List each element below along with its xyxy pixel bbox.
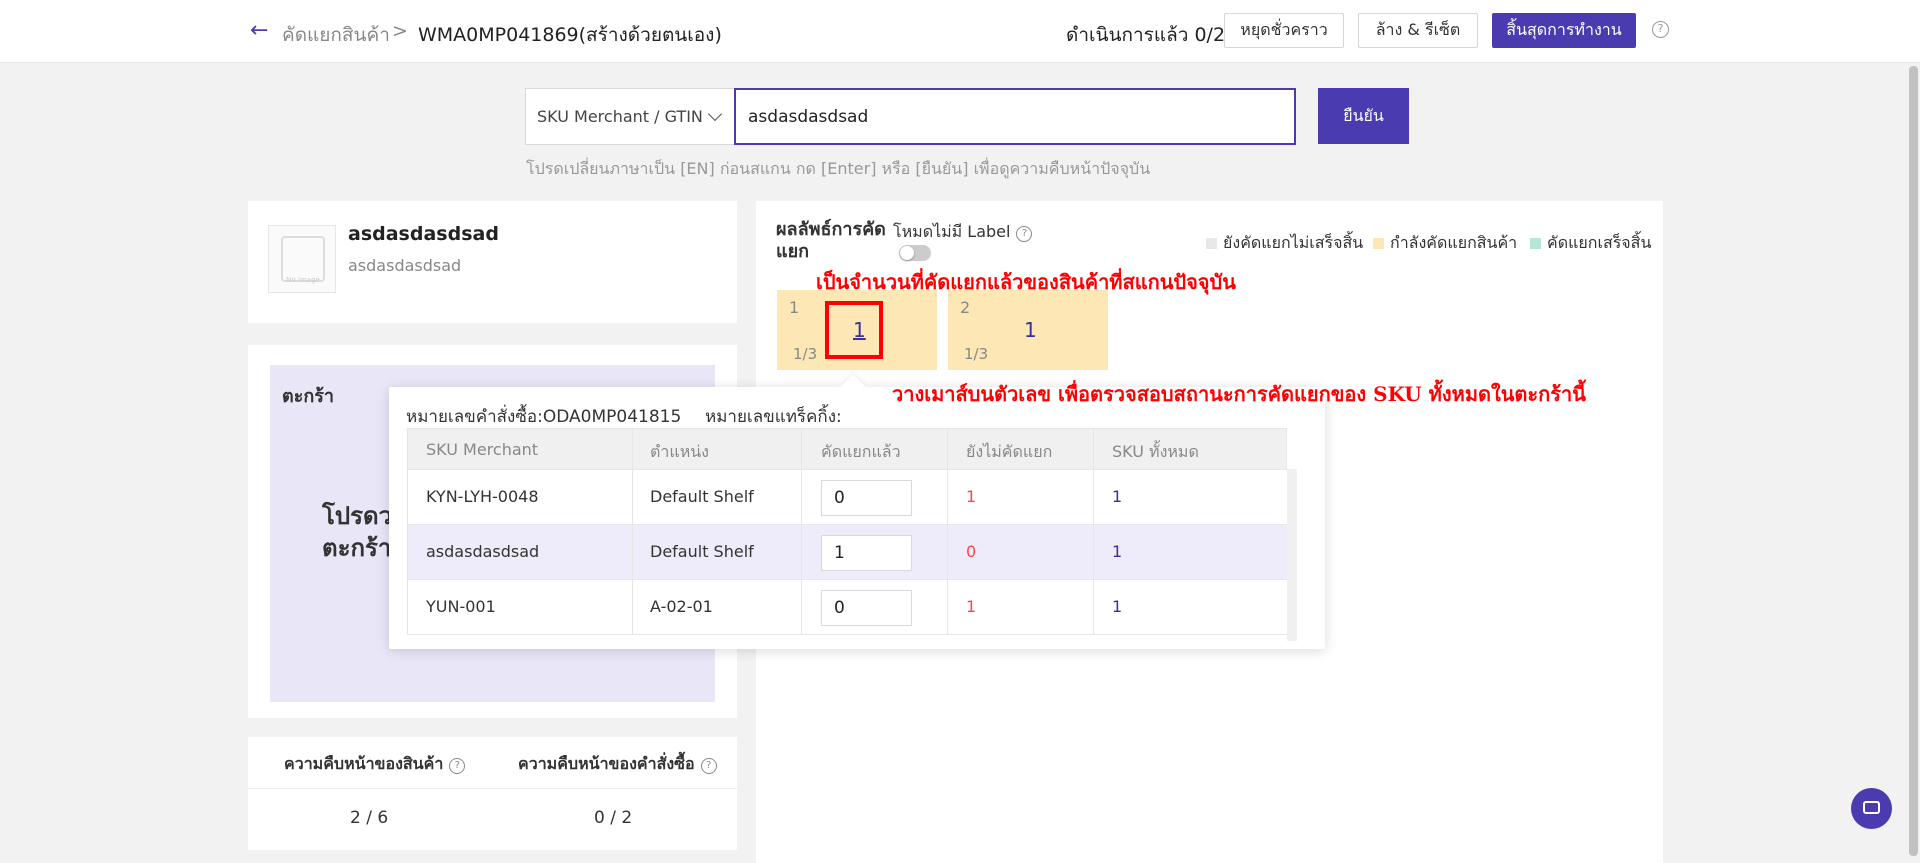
column-divider — [1093, 580, 1094, 635]
sku-cell: KYN-LYH-0048 — [426, 487, 539, 506]
results-title: ผลลัพธ์การคัดแยก — [776, 219, 886, 262]
basket-number: 1 — [789, 298, 800, 317]
total-cell: 1 — [1112, 597, 1123, 616]
location-cell: A-02-01 — [650, 597, 713, 616]
column-divider — [1093, 525, 1094, 580]
product-image: No Image — [268, 225, 336, 293]
sorted-qty-input[interactable] — [821, 535, 912, 571]
help-icon[interactable]: ? — [449, 758, 466, 774]
product-card: No Image asdasdasdsad asdasdasdsad — [248, 201, 737, 323]
no-image-label: No Image — [286, 276, 320, 284]
product-subtitle: asdasdasdsad — [348, 256, 462, 275]
total-cell: 1 — [1112, 542, 1123, 561]
basket-number: 2 — [960, 298, 971, 317]
basket-fraction: 1/3 — [964, 345, 989, 363]
column-divider — [947, 525, 948, 580]
table-header: SKU Merchant ตำแหน่ง คัดแยกแล้ว ยังไม่คั… — [407, 428, 1287, 471]
toggle-knob — [900, 246, 914, 260]
unsorted-cell: 1 — [966, 487, 977, 506]
reset-button[interactable]: ล้าง & รีเซ็ต — [1358, 13, 1478, 48]
scan-hint: โปรดเปลี่ยนภาษาเป็น [EN] ก่อนสแกน กด [En… — [526, 159, 1151, 178]
page-scrollbar[interactable] — [1909, 66, 1918, 856]
unsorted-cell: 0 — [966, 542, 977, 561]
column-divider — [632, 580, 633, 635]
help-icon[interactable]: ? — [1016, 226, 1033, 242]
column-divider — [947, 429, 948, 471]
sorted-qty-input[interactable] — [821, 590, 912, 626]
table-row: YUN-001 A-02-01 1 1 — [407, 580, 1297, 635]
annotation-top: เป็นจำนวนที่คัดแยกแล้วของสินค้าที่สแกนปั… — [816, 270, 1236, 294]
column-divider — [801, 470, 802, 525]
product-title: asdasdasdsad — [348, 223, 499, 245]
legend-swatch — [1373, 238, 1384, 249]
task-progress: ดำเนินการแล้ว 0/2 — [1066, 24, 1226, 46]
column-header: ตำแหน่ง — [650, 442, 709, 461]
column-divider — [1093, 470, 1094, 525]
column-divider — [801, 580, 802, 635]
scan-type-select[interactable]: SKU Merchant / GTIN — [525, 88, 735, 145]
chat-button[interactable] — [1851, 788, 1892, 829]
location-cell: Default Shelf — [650, 487, 754, 506]
column-divider — [947, 470, 948, 525]
tracking-number: หมายเลขแทร็คกิ้ง: — [705, 407, 842, 427]
basket-tile[interactable]: 2 1 1/3 — [948, 290, 1108, 370]
page-title: WMA0MP041869(สร้างด้วยตนเอง) — [418, 24, 722, 46]
basket-sku-popover: หมายเลขคำสั่งซื้อ:ODA0MP041815 หมายเลขแท… — [389, 387, 1325, 649]
breadcrumb-parent[interactable]: คัดแยกสินค้า — [282, 20, 390, 50]
scan-type-label: SKU Merchant / GTIN — [537, 107, 703, 126]
chevron-down-icon — [707, 106, 723, 122]
finish-button[interactable]: สิ้นสุดการทำงาน — [1492, 13, 1636, 48]
column-divider — [947, 580, 948, 635]
table-row: asdasdasdsad Default Shelf 0 1 — [407, 525, 1297, 580]
column-divider — [632, 470, 633, 525]
product-progress-heading: ความคืบหน้าของสินค้า? — [284, 752, 466, 777]
top-bar: ← คัดแยกสินค้า > WMA0MP041869(สร้างด้วยต… — [0, 0, 1920, 63]
stats-header: ความคืบหน้าของสินค้า? ความคืบหน้าของคำสั… — [248, 737, 737, 789]
scan-input[interactable] — [734, 88, 1296, 145]
pause-button[interactable]: หยุดชั่วคราว — [1224, 13, 1344, 48]
back-arrow-icon[interactable]: ← — [250, 19, 272, 43]
annotation-highlight-box — [825, 301, 883, 359]
column-divider — [801, 429, 802, 471]
legend-item-incomplete: ยังคัดแยกไม่เสร็จสิ้น — [1206, 231, 1363, 256]
column-header: คัดแยกแล้ว — [821, 442, 901, 461]
breadcrumb-separator: > — [392, 20, 408, 42]
basket-fraction: 1/3 — [793, 345, 818, 363]
sku-cell: asdasdasdsad — [426, 542, 540, 561]
product-progress-value: 2 / 6 — [350, 808, 389, 828]
location-cell: Default Shelf — [650, 542, 754, 561]
legend-swatch — [1206, 238, 1217, 249]
basket-label: ตะกร้า — [282, 386, 335, 407]
no-label-mode-label: โหมดไม่มี Label? — [893, 220, 1033, 245]
order-progress-value: 0 / 2 — [594, 808, 633, 828]
table-row: KYN-LYH-0048 Default Shelf 1 1 — [407, 470, 1297, 525]
basket-sorted-count[interactable]: 1 — [1024, 318, 1037, 342]
order-progress-heading: ความคืบหน้าของคำสั่งซื้อ? — [518, 752, 717, 777]
annotation-bottom: วางเมาส์บนตัวเลข เพื่อตรวจสอบสถานะการคัด… — [892, 382, 1586, 406]
unsorted-cell: 1 — [966, 597, 977, 616]
table-scrollbar[interactable] — [1287, 469, 1297, 641]
column-header: SKU ทั้งหมด — [1112, 442, 1199, 461]
legend-swatch — [1530, 238, 1541, 249]
sorted-qty-input[interactable] — [821, 480, 912, 516]
column-header: SKU Merchant — [426, 440, 539, 459]
column-divider — [1093, 429, 1094, 471]
total-cell: 1 — [1112, 487, 1123, 506]
help-icon[interactable]: ? — [1652, 21, 1669, 38]
legend-item-complete: คัดแยกเสร็จสิ้น — [1530, 231, 1651, 256]
legend-item-in-progress: กำลังคัดแยกสินค้า — [1373, 231, 1517, 256]
confirm-button[interactable]: ยืนยัน — [1318, 88, 1409, 144]
column-divider — [632, 429, 633, 471]
sku-cell: YUN-001 — [426, 597, 496, 616]
no-label-mode-toggle[interactable] — [899, 245, 931, 261]
column-divider — [632, 525, 633, 580]
order-number: หมายเลขคำสั่งซื้อ:ODA0MP041815 — [406, 407, 682, 427]
column-header: ยังไม่คัดแยก — [966, 442, 1053, 461]
column-divider — [801, 525, 802, 580]
progress-stats: ความคืบหน้าของสินค้า? ความคืบหน้าของคำสั… — [248, 737, 737, 850]
help-icon[interactable]: ? — [700, 758, 717, 774]
chat-icon — [1863, 801, 1880, 814]
